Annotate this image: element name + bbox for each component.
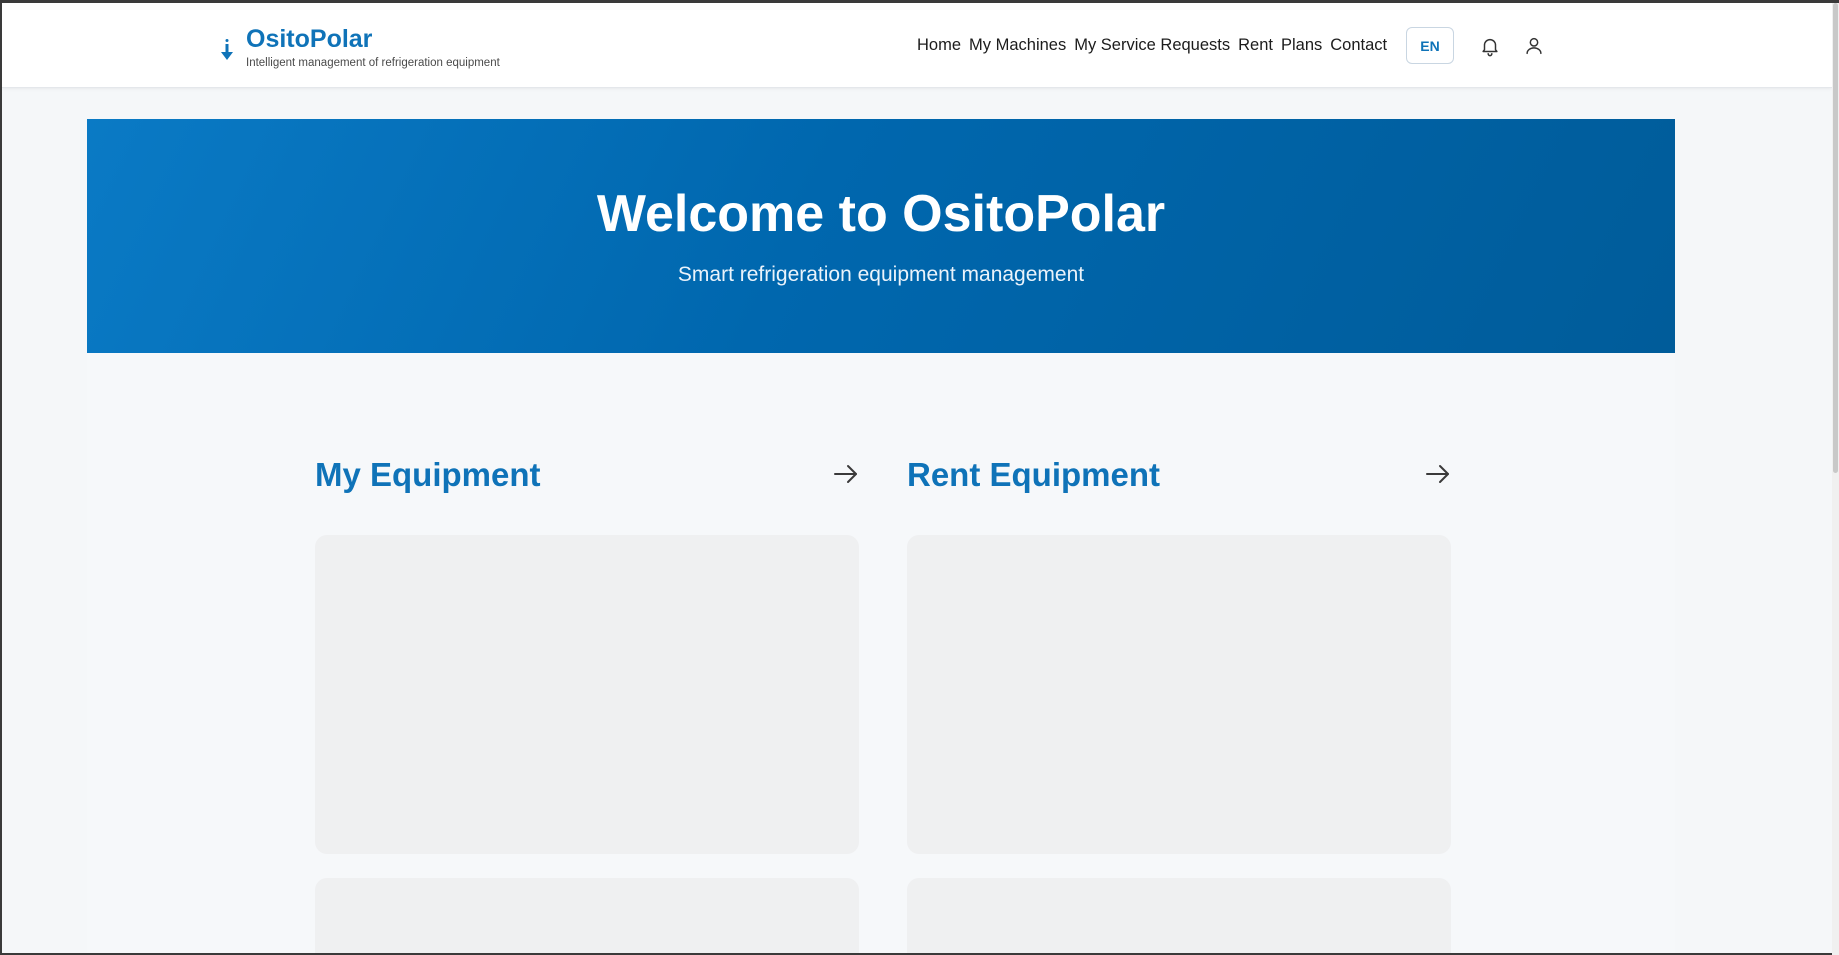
arrow-right-icon[interactable] bbox=[1423, 459, 1453, 489]
main-nav: Home My Machines My Service Requests Ren… bbox=[917, 36, 1387, 55]
browser-viewport: OsitoPolar Intelligent management of ref… bbox=[2, 3, 1832, 953]
my-equipment-title[interactable]: My Equipment bbox=[315, 455, 861, 495]
nav-my-service-requests[interactable]: My Service Requests bbox=[1074, 36, 1230, 55]
brand-name: OsitoPolar bbox=[246, 25, 373, 53]
hero-subtitle: Smart refrigeration equipment management bbox=[677, 263, 1085, 286]
brand-tagline: Intelligent management of refrigeration … bbox=[246, 57, 500, 69]
section-header: Rent Equipment bbox=[907, 455, 1453, 495]
nav-home[interactable]: Home bbox=[917, 36, 961, 55]
nav-plans[interactable]: Plans bbox=[1281, 36, 1322, 55]
hero-title: Welcome to OsitoPolar bbox=[596, 185, 1166, 243]
my-equipment-section: My Equipment bbox=[315, 455, 861, 953]
vertical-scrollbar[interactable] bbox=[1832, 3, 1839, 955]
rental-card-placeholder bbox=[907, 535, 1451, 854]
rent-equipment-title[interactable]: Rent Equipment bbox=[907, 455, 1453, 495]
language-selector-button[interactable]: EN bbox=[1406, 27, 1454, 64]
hero-banner: Welcome to OsitoPolar Smart refrigeratio… bbox=[87, 119, 1675, 353]
nav-my-machines[interactable]: My Machines bbox=[969, 36, 1066, 55]
equipment-card-placeholder bbox=[315, 535, 859, 854]
top-navbar: OsitoPolar Intelligent management of ref… bbox=[2, 3, 1832, 88]
equipment-card-placeholder bbox=[315, 878, 859, 953]
brand-text: OsitoPolar Intelligent management of ref… bbox=[246, 25, 500, 69]
user-icon[interactable] bbox=[1523, 35, 1545, 57]
brand[interactable]: OsitoPolar Intelligent management of ref… bbox=[220, 25, 500, 69]
nav-rent[interactable]: Rent bbox=[1238, 36, 1273, 55]
scrollbar-thumb[interactable] bbox=[1833, 3, 1838, 473]
rent-equipment-section: Rent Equipment bbox=[907, 455, 1453, 953]
section-header: My Equipment bbox=[315, 455, 861, 495]
arrow-right-icon[interactable] bbox=[831, 459, 861, 489]
rental-card-placeholder bbox=[907, 878, 1451, 953]
nav-contact[interactable]: Contact bbox=[1330, 36, 1387, 55]
thermometer-arrow-icon bbox=[221, 39, 233, 60]
bell-icon[interactable] bbox=[1479, 35, 1501, 57]
